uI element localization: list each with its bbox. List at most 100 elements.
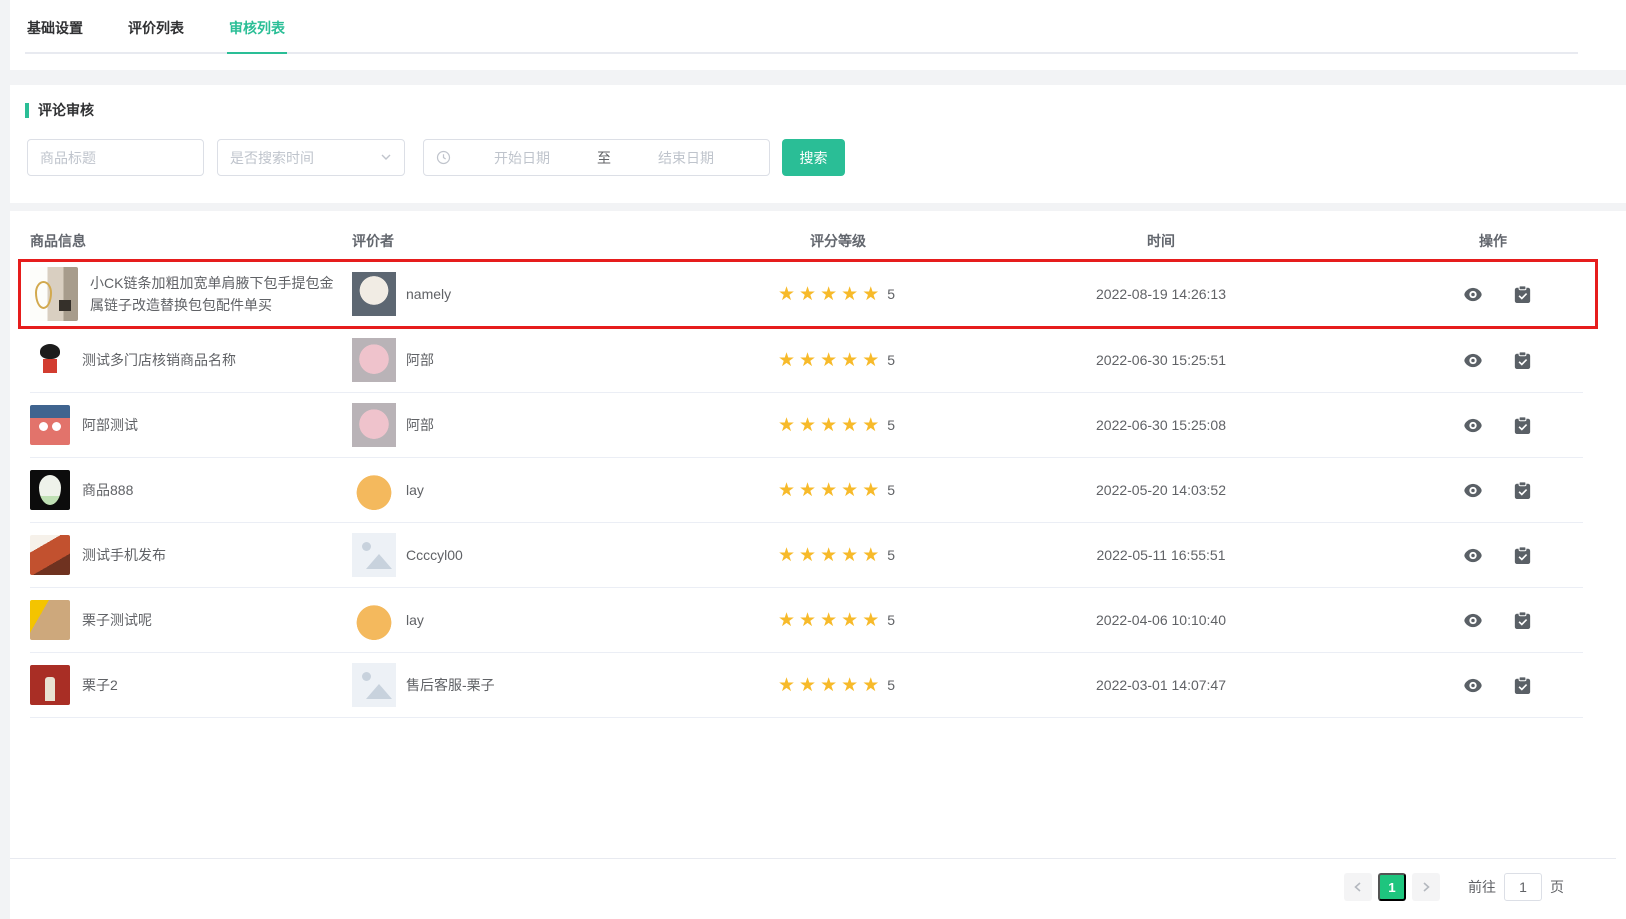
audit-check-icon[interactable] (1514, 546, 1531, 565)
header-reviewer: 评价者 (352, 231, 778, 251)
star-icon: ★ (799, 416, 816, 435)
time-search-select[interactable]: 是否搜索时间 (217, 139, 405, 176)
star-icon: ★ (799, 546, 816, 565)
star-icon: ★ (778, 611, 795, 630)
star-icon: ★ (862, 611, 879, 630)
review-time: 2022-08-19 14:26:13 (1096, 286, 1226, 302)
end-date-input[interactable]: 结束日期 (615, 148, 757, 168)
reviewer-name: lay (406, 482, 424, 498)
reviewer-avatar (352, 272, 396, 316)
star-icon: ★ (778, 546, 795, 565)
product-title: 测试多门店核销商品名称 (82, 349, 236, 371)
rating-value: 5 (887, 482, 895, 498)
star-icon: ★ (862, 546, 879, 565)
view-icon[interactable] (1463, 678, 1483, 693)
reviewer-name: Ccccyl00 (406, 547, 463, 563)
star-rating: ★★★★★ (778, 676, 879, 695)
rating-value: 5 (887, 547, 895, 563)
view-icon[interactable] (1463, 483, 1483, 498)
rating-value: 5 (887, 612, 895, 628)
star-rating: ★★★★★ (778, 416, 879, 435)
star-icon: ★ (862, 351, 879, 370)
star-icon: ★ (841, 546, 858, 565)
audit-check-icon[interactable] (1514, 416, 1531, 435)
table-row: 商品888 lay ★★★★★ 5 2022-05-20 14:03:52 (30, 458, 1583, 523)
audit-check-icon[interactable] (1514, 285, 1531, 304)
page-unit-label: 页 (1550, 877, 1564, 897)
date-separator: 至 (593, 148, 615, 168)
prev-page-button[interactable] (1344, 873, 1372, 901)
product-image (30, 535, 70, 575)
star-icon: ★ (841, 611, 858, 630)
star-icon: ★ (841, 481, 858, 500)
audit-check-icon[interactable] (1514, 676, 1531, 695)
audit-check-icon[interactable] (1514, 351, 1531, 370)
audit-table: 商品信息 评价者 评分等级 时间 操作 小CK链条加粗加宽单肩腋下包手提包金属链… (10, 211, 1626, 919)
table-row: 测试手机发布 Ccccyl00 ★★★★★ 5 2022-05-11 16:55… (30, 523, 1583, 588)
audit-check-icon[interactable] (1514, 481, 1531, 500)
table-row: 阿部测试 阿部 ★★★★★ 5 2022-06-30 15:25:08 (30, 393, 1583, 458)
page-input[interactable] (1504, 873, 1542, 901)
reviewer-avatar (352, 468, 396, 512)
star-icon: ★ (820, 416, 837, 435)
view-icon[interactable] (1463, 613, 1483, 628)
next-page-button[interactable] (1412, 873, 1440, 901)
table-row: 栗子测试呢 lay ★★★★★ 5 2022-04-06 10:10:40 (30, 588, 1583, 653)
view-icon[interactable] (1463, 548, 1483, 563)
product-title: 商品888 (82, 479, 133, 501)
view-icon[interactable] (1463, 418, 1483, 433)
review-time: 2022-05-20 14:03:52 (1096, 482, 1226, 498)
review-time: 2022-06-30 15:25:51 (1096, 352, 1226, 368)
rating-value: 5 (887, 417, 895, 433)
view-icon[interactable] (1463, 353, 1483, 368)
date-range-picker[interactable]: 开始日期 至 结束日期 (423, 139, 770, 176)
star-icon: ★ (778, 676, 795, 695)
product-title: 测试手机发布 (82, 544, 166, 566)
star-icon: ★ (799, 611, 816, 630)
star-icon: ★ (799, 481, 816, 500)
start-date-input[interactable]: 开始日期 (451, 148, 593, 168)
product-image (30, 267, 78, 321)
table-row: 测试多门店核销商品名称 阿部 ★★★★★ 5 2022-06-30 15:25:… (30, 328, 1583, 393)
star-icon: ★ (841, 351, 858, 370)
rating-value: 5 (887, 286, 895, 302)
star-icon: ★ (862, 416, 879, 435)
select-placeholder: 是否搜索时间 (230, 148, 314, 168)
audit-check-icon[interactable] (1514, 611, 1531, 630)
reviewer-avatar (352, 338, 396, 382)
star-icon: ★ (778, 481, 795, 500)
header-rating: 评分等级 (778, 231, 1011, 251)
star-rating: ★★★★★ (778, 611, 879, 630)
product-image (30, 405, 70, 445)
page-number-button[interactable]: 1 (1378, 873, 1406, 901)
star-icon: ★ (799, 285, 816, 304)
star-icon: ★ (799, 676, 816, 695)
star-rating: ★★★★★ (778, 351, 879, 370)
rating-value: 5 (887, 352, 895, 368)
star-icon: ★ (778, 351, 795, 370)
tab-bar: 基础设置 评价列表 审核列表 (10, 0, 1626, 70)
star-icon: ★ (820, 285, 837, 304)
search-panel: 评论审核 是否搜索时间 开始日期 至 结束日期 搜索 (10, 85, 1626, 203)
reviewer-avatar (352, 533, 396, 577)
star-icon: ★ (820, 351, 837, 370)
star-icon: ★ (778, 416, 795, 435)
section-title-text: 评论审核 (38, 100, 94, 120)
product-title-input[interactable] (27, 139, 204, 176)
view-icon[interactable] (1463, 287, 1483, 302)
chevron-down-icon (380, 150, 392, 166)
star-icon: ★ (820, 676, 837, 695)
star-icon: ★ (820, 481, 837, 500)
section-accent-bar (25, 103, 29, 118)
tab-review-list[interactable]: 评价列表 (126, 18, 186, 54)
header-product: 商品信息 (30, 231, 352, 251)
tab-basic-settings[interactable]: 基础设置 (25, 18, 85, 54)
tab-audit-list[interactable]: 审核列表 (227, 18, 287, 54)
table-row: 栗子2 售后客服-栗子 ★★★★★ 5 2022-03-01 14:07:47 (30, 653, 1583, 718)
star-icon: ★ (862, 285, 879, 304)
search-button[interactable]: 搜索 (782, 139, 845, 176)
product-title: 小CK链条加粗加宽单肩腋下包手提包金属链子改造替换包包配件单买 (90, 272, 340, 316)
star-icon: ★ (820, 611, 837, 630)
reviewer-avatar (352, 403, 396, 447)
star-icon: ★ (778, 285, 795, 304)
